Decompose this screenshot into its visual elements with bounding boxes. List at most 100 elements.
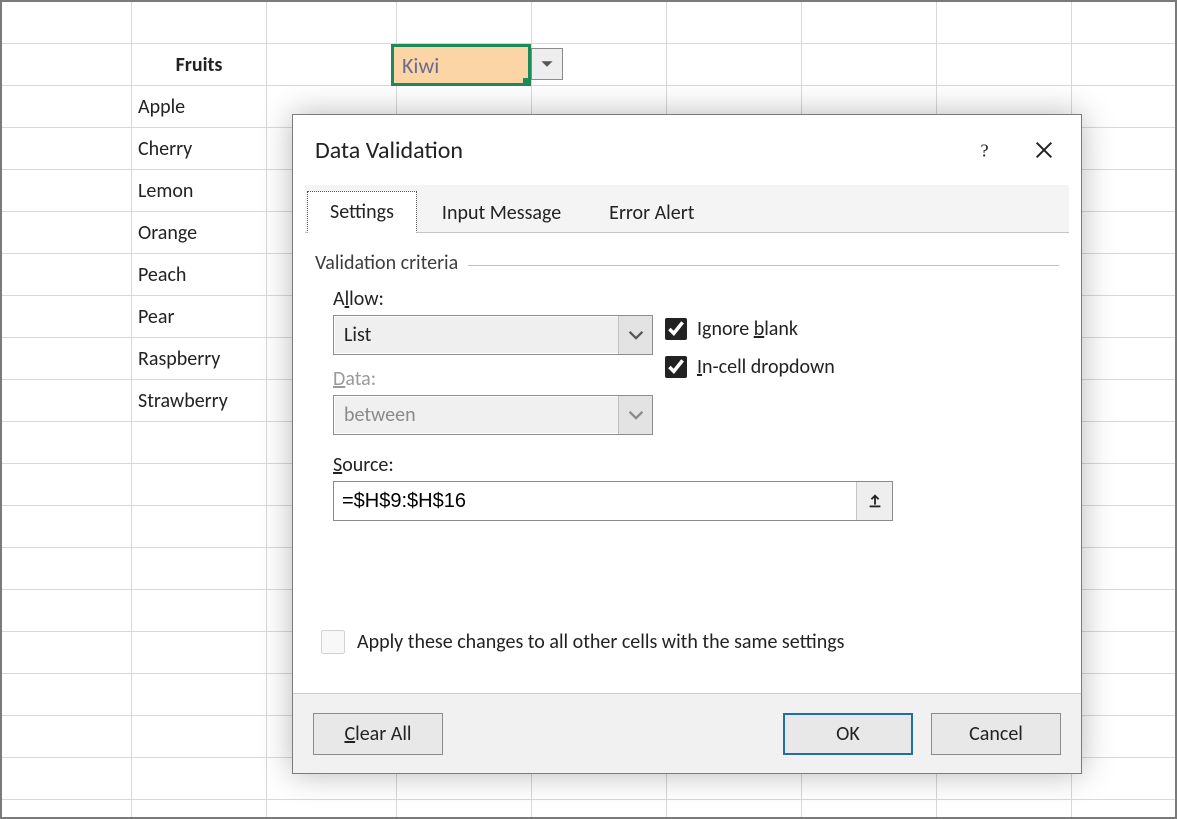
cell[interactable] [937, 2, 1072, 44]
cell[interactable] [532, 800, 667, 819]
cell[interactable] [2, 44, 132, 86]
cell[interactable] [1072, 674, 1177, 716]
cancel-button[interactable]: Cancel [931, 713, 1061, 755]
cell[interactable] [1072, 422, 1177, 464]
list-item[interactable]: Cherry [132, 128, 267, 170]
cell[interactable] [132, 758, 267, 800]
cell[interactable] [1072, 758, 1177, 800]
cell[interactable] [1072, 2, 1177, 44]
list-item[interactable]: Raspberry [132, 338, 267, 380]
cell[interactable] [2, 170, 132, 212]
data-combobox: between [333, 395, 653, 435]
cell[interactable] [1072, 506, 1177, 548]
cell[interactable] [132, 2, 267, 44]
active-cell[interactable]: Kiwi [391, 44, 531, 86]
cell[interactable] [667, 44, 802, 86]
cell[interactable] [2, 2, 132, 44]
cell[interactable] [132, 548, 267, 590]
list-item[interactable]: Peach [132, 254, 267, 296]
list-item[interactable]: Apple [132, 86, 267, 128]
cell[interactable] [132, 590, 267, 632]
cell[interactable] [1072, 380, 1177, 422]
cell[interactable] [1072, 590, 1177, 632]
cell[interactable] [267, 44, 397, 86]
cell[interactable] [2, 632, 132, 674]
cell[interactable] [532, 2, 667, 44]
cell[interactable] [2, 548, 132, 590]
cell[interactable] [2, 464, 132, 506]
source-input[interactable] [334, 490, 856, 513]
list-item[interactable]: Orange [132, 212, 267, 254]
cell[interactable] [1072, 716, 1177, 758]
cell[interactable] [667, 2, 802, 44]
cell[interactable] [2, 758, 132, 800]
chevron-down-icon [618, 396, 652, 434]
range-selector-button[interactable] [856, 482, 892, 520]
cell[interactable] [1072, 212, 1177, 254]
cell[interactable] [1072, 338, 1177, 380]
cell[interactable] [132, 506, 267, 548]
cell[interactable] [267, 800, 397, 819]
cell[interactable] [1072, 254, 1177, 296]
cell[interactable] [1072, 800, 1177, 819]
list-item[interactable]: Pear [132, 296, 267, 338]
cell[interactable] [1072, 548, 1177, 590]
clear-all-button[interactable]: Clear All [313, 713, 443, 755]
cell[interactable] [132, 464, 267, 506]
cell[interactable] [2, 590, 132, 632]
cell[interactable] [1072, 170, 1177, 212]
close-button[interactable] [1019, 125, 1069, 175]
in-cell-dropdown-checkbox[interactable]: In-cell dropdown [661, 353, 1059, 381]
cell[interactable] [802, 800, 937, 819]
tab-input-message[interactable]: Input Message [419, 192, 584, 233]
data-label: Data: [333, 367, 635, 391]
cell[interactable] [2, 338, 132, 380]
cell[interactable] [802, 2, 937, 44]
cell[interactable] [2, 800, 132, 819]
allow-value: List [334, 323, 618, 347]
cell[interactable] [2, 296, 132, 338]
cell[interactable] [1072, 86, 1177, 128]
cell[interactable] [2, 716, 132, 758]
list-item[interactable]: Strawberry [132, 380, 267, 422]
cell[interactable] [2, 86, 132, 128]
cell[interactable] [937, 800, 1072, 819]
fill-handle[interactable] [523, 78, 531, 86]
cell[interactable] [1072, 296, 1177, 338]
ok-button[interactable]: OK [783, 713, 913, 755]
cell[interactable] [937, 44, 1072, 86]
cell[interactable] [667, 800, 802, 819]
ignore-blank-checkbox[interactable]: Ignore blank [661, 315, 1059, 343]
source-input-wrapper [333, 481, 893, 521]
cell[interactable] [2, 380, 132, 422]
dialog-title: Data Validation [315, 136, 463, 165]
dropdown-arrow-button[interactable] [531, 48, 563, 80]
cell[interactable] [1072, 464, 1177, 506]
cell[interactable] [1072, 44, 1177, 86]
tab-settings[interactable]: Settings [307, 191, 417, 233]
validation-criteria-label: Validation criteria [315, 251, 458, 275]
cell[interactable] [1072, 128, 1177, 170]
cell[interactable] [2, 506, 132, 548]
cell[interactable] [132, 800, 267, 819]
tab-error-alert[interactable]: Error Alert [586, 192, 717, 233]
cell[interactable] [132, 632, 267, 674]
cell[interactable] [1072, 632, 1177, 674]
cell[interactable] [2, 212, 132, 254]
cell[interactable] [397, 800, 532, 819]
header-cell-fruits[interactable]: Fruits [132, 44, 267, 86]
cell[interactable] [132, 716, 267, 758]
cell[interactable] [2, 422, 132, 464]
cell[interactable] [132, 422, 267, 464]
cell[interactable] [132, 674, 267, 716]
list-item[interactable]: Lemon [132, 170, 267, 212]
data-value: between [334, 403, 618, 427]
allow-combobox[interactable]: List [333, 315, 653, 355]
help-button[interactable]: ? [961, 125, 1011, 175]
cell[interactable] [2, 128, 132, 170]
cell[interactable] [2, 674, 132, 716]
cell[interactable] [2, 254, 132, 296]
cell[interactable] [397, 2, 532, 44]
cell[interactable] [267, 2, 397, 44]
cell[interactable] [802, 44, 937, 86]
